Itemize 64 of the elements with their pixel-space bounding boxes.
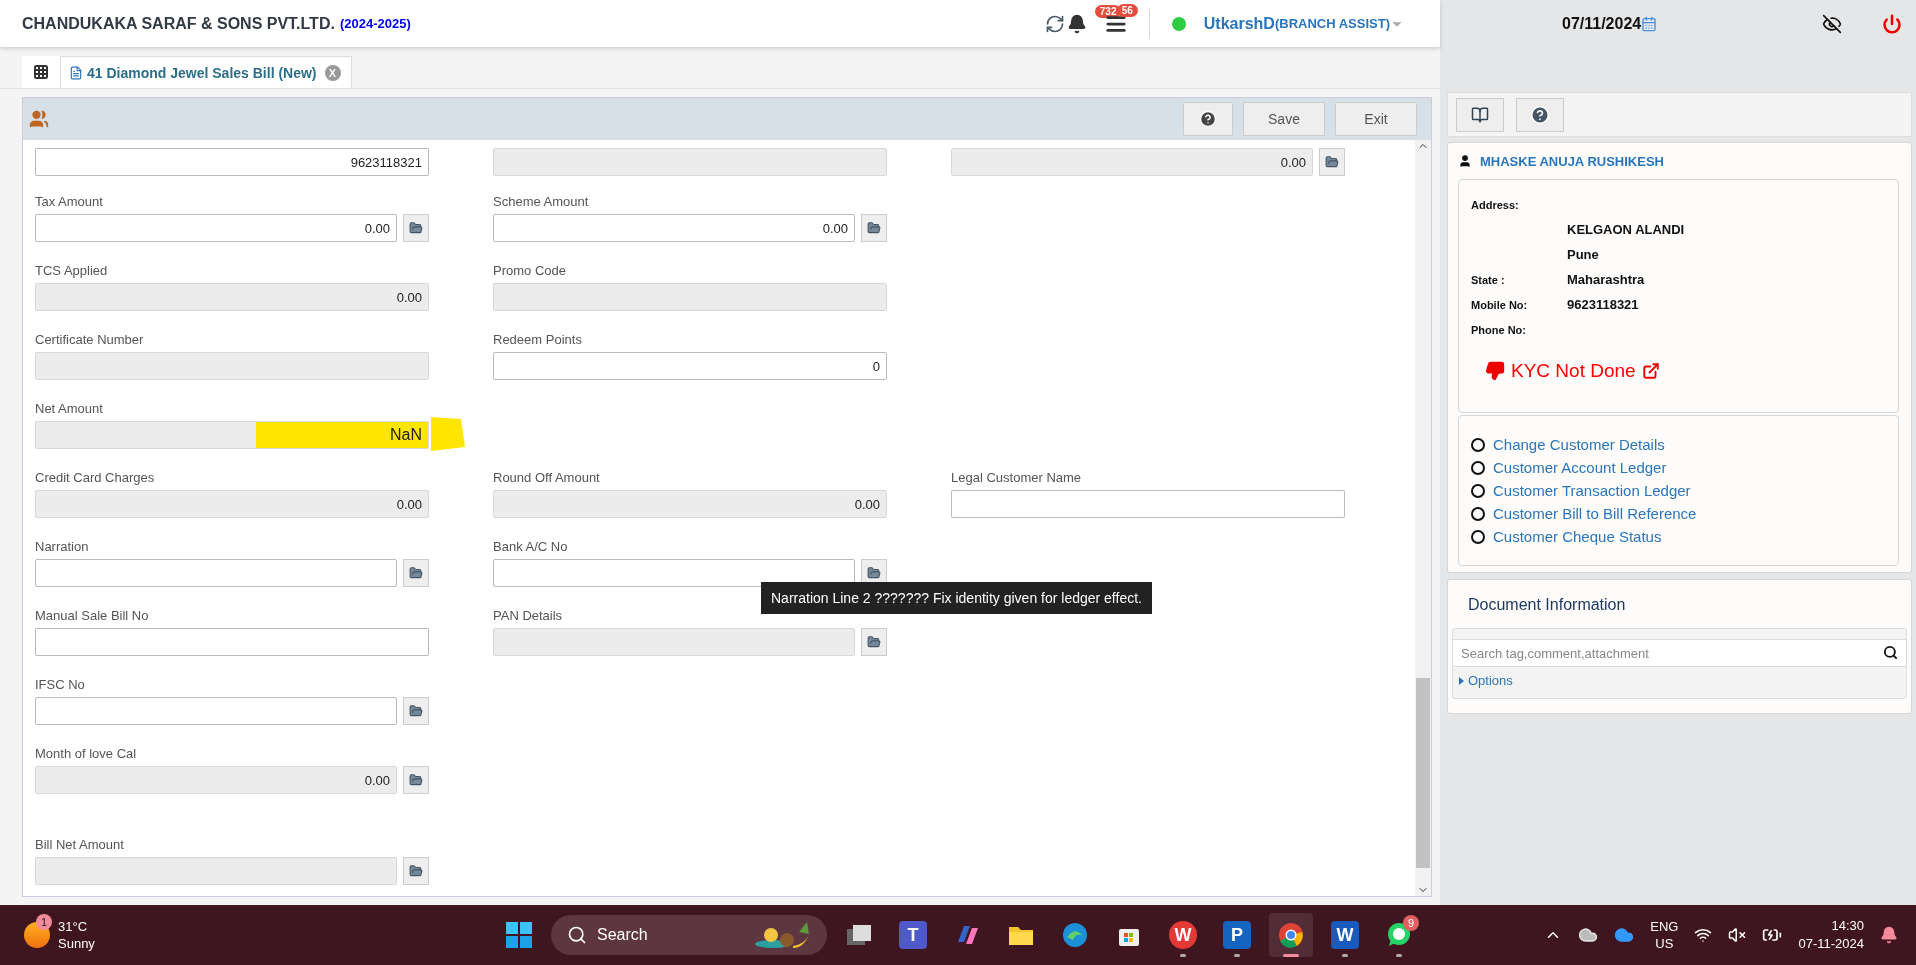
field-label: Certificate Number: [35, 332, 144, 347]
detail-label: Phone No:: [1471, 323, 1527, 336]
user-menu[interactable]: UtkarshD(BRANCH ASSIST): [1203, 14, 1404, 33]
customer-name: MHASKE ANUJA RUSHIKESH: [1480, 153, 1664, 169]
field-label: Scheme Amount: [493, 194, 589, 209]
tooltip: Narration Line 2 ??????? Fix identity given for ledger effect.: [761, 582, 1152, 614]
customer-link[interactable]: Customer Bill to Bill Reference: [1493, 505, 1697, 522]
field-label: Round Off Amount: [493, 470, 600, 485]
date-text: 07/11/2024: [1562, 14, 1642, 33]
customer-link[interactable]: Customer Cheque Status: [1493, 528, 1662, 545]
notification-badge: 9: [1403, 915, 1419, 931]
field-label: Bill Net Amount: [35, 837, 124, 852]
field-label: Manual Sale Bill No: [35, 608, 149, 623]
app-tile: T: [899, 921, 927, 949]
customer-link[interactable]: Customer Transaction Ledger: [1493, 482, 1691, 499]
text-field[interactable]: 0.00: [35, 214, 397, 242]
field-label: Tax Amount: [35, 194, 103, 209]
detail-value: Pune: [1567, 247, 1600, 262]
language-indicator[interactable]: ENG US: [1650, 918, 1679, 952]
clock[interactable]: 14:30 07-11-2024: [1798, 917, 1864, 953]
field-label: Redeem Points: [493, 332, 582, 347]
toolbar-button[interactable]: Save: [1243, 102, 1325, 136]
detail-label: State :: [1471, 273, 1506, 286]
company-name: CHANDUKAKA SARAF & SONS PVT.LTD.: [22, 14, 335, 33]
text-field[interactable]: 0: [493, 352, 887, 380]
field-label: IFSC No: [35, 677, 85, 692]
taskbar-app-button[interactable]: 9: [1377, 913, 1421, 957]
document-search-field[interactable]: Search tag,comment,attachment: [1453, 639, 1906, 667]
detail-value: Maharashtra: [1567, 272, 1646, 287]
temperature: 31°C: [58, 918, 89, 935]
app-tile: W: [1169, 921, 1197, 949]
kyc-status: KYC Not Done: [1511, 360, 1636, 382]
taskbar-app-button[interactable]: T: [891, 913, 935, 957]
field-label: Bank A/C No: [493, 539, 568, 554]
taskbar-search[interactable]: Search: [551, 915, 827, 955]
detail-value: 9623118321: [1567, 297, 1640, 312]
section-title: Document Information: [1468, 596, 1627, 614]
field-label: Net Amount: [35, 401, 103, 416]
notification-badge: 1: [36, 914, 52, 930]
customer-link[interactable]: Change Customer Details: [1493, 436, 1665, 453]
field-label: Narration: [35, 539, 89, 554]
field-label: Legal Customer Name: [951, 470, 1082, 485]
text-field[interactable]: 9623118321: [35, 148, 429, 176]
task-badge: 56: [1116, 3, 1138, 17]
document-tab[interactable]: 41 Diamond Jewel Sales Bill (New) X: [60, 56, 352, 88]
text-field[interactable]: 0.00: [493, 214, 855, 242]
toolbar-button[interactable]: Exit: [1335, 102, 1417, 136]
taskbar-app-button[interactable]: W: [1161, 913, 1205, 957]
app-tile: P: [1223, 921, 1251, 949]
field-label: TCS Applied: [35, 263, 108, 278]
taskbar-app-button[interactable]: P: [1215, 913, 1259, 957]
detail-label: Mobile No:: [1471, 298, 1529, 311]
field-label: Credit Card Charges: [35, 470, 155, 485]
options-link[interactable]: Options: [1453, 667, 1906, 698]
detail-label: Address:: [1471, 198, 1520, 211]
field-label: Promo Code: [493, 263, 566, 278]
app-tile: W: [1331, 921, 1359, 949]
field-label: PAN Details: [493, 608, 563, 623]
detail-value: KELGAON ALANDI: [1567, 222, 1686, 237]
weather-condition: Sunny: [58, 935, 95, 952]
field-label: Month of love Cal: [35, 746, 137, 761]
customer-link[interactable]: Customer Account Ledger: [1493, 459, 1667, 476]
financial-year: (2024-2025): [339, 16, 411, 31]
taskbar-app-button[interactable]: W: [1323, 913, 1367, 957]
